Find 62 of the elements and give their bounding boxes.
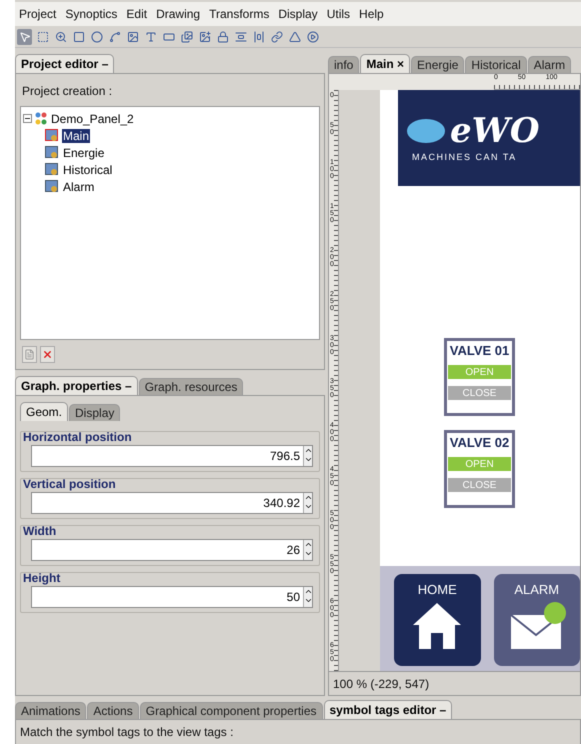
editor-tab[interactable]: info bbox=[328, 56, 360, 73]
zoom-status: 100 % (-229, 547) bbox=[333, 676, 430, 690]
menu-item[interactable]: Utils bbox=[326, 7, 350, 21]
page-image-icon bbox=[45, 180, 59, 193]
menu-item[interactable]: Display bbox=[278, 7, 318, 21]
menu-item[interactable]: Project bbox=[19, 7, 56, 21]
menu-item[interactable]: Help bbox=[359, 7, 384, 21]
panel-tab[interactable]: Graph. resources bbox=[138, 378, 244, 395]
project-editor-tab[interactable]: Project editor – bbox=[15, 54, 114, 73]
images-tool-icon[interactable] bbox=[179, 28, 194, 44]
page-image-icon bbox=[45, 146, 59, 159]
run-tool-icon[interactable] bbox=[305, 28, 320, 44]
sub-tab[interactable]: Display bbox=[69, 404, 120, 421]
home-nav-button[interactable]: HOME bbox=[394, 574, 480, 666]
bottom-tab[interactable]: symbol tags editor – bbox=[324, 700, 452, 719]
valve-title: VALVE 02 bbox=[450, 435, 510, 450]
logo-oval-icon bbox=[406, 118, 446, 144]
editor-tab[interactable]: Alarm bbox=[528, 56, 572, 73]
field-label: Height bbox=[23, 571, 62, 585]
spin-arrows-icon[interactable] bbox=[303, 446, 312, 466]
field-label: Horizontal position bbox=[23, 430, 133, 444]
house-icon bbox=[411, 601, 464, 651]
menu-item[interactable]: Transforms bbox=[209, 7, 270, 21]
x-icon bbox=[42, 349, 53, 360]
sub-tab[interactable]: Geom. bbox=[20, 402, 68, 421]
logo-tagline: MACHINES CAN TA bbox=[411, 152, 518, 162]
tree-item[interactable]: Energie bbox=[62, 146, 106, 160]
editor-tab[interactable]: Energie bbox=[411, 56, 464, 73]
panel-tab[interactable]: Graph. properties – bbox=[15, 376, 138, 395]
link-tool-icon[interactable] bbox=[269, 28, 284, 44]
panel-tree-icon bbox=[35, 112, 47, 125]
spin-arrows-icon[interactable] bbox=[303, 493, 312, 513]
page-image-icon bbox=[45, 129, 59, 142]
delete-button[interactable] bbox=[40, 346, 55, 363]
bottom-tab[interactable]: Graphical component properties bbox=[140, 702, 322, 719]
bottom-tab[interactable]: Actions bbox=[87, 702, 139, 719]
field-label: Vertical position bbox=[23, 477, 117, 491]
page-image-icon bbox=[45, 163, 59, 176]
image-lock-tool-icon[interactable] bbox=[197, 28, 212, 44]
logo-word: eWO bbox=[450, 114, 540, 148]
tree-item[interactable]: Alarm bbox=[62, 180, 96, 194]
instruction-text: Match the symbol tags to the view tags : bbox=[20, 725, 234, 739]
tree-item[interactable]: Demo_Panel_2 bbox=[50, 112, 135, 126]
tree-item[interactable]: Historical bbox=[62, 162, 114, 176]
field-label: Width bbox=[23, 524, 58, 538]
page-icon bbox=[24, 349, 35, 360]
ellipse-tool-icon[interactable] bbox=[89, 28, 104, 44]
project-creation-label: Project creation : bbox=[21, 83, 114, 100]
editor-tab[interactable]: Historical bbox=[465, 56, 527, 73]
lock-tool-icon[interactable] bbox=[215, 28, 230, 44]
menu-item[interactable]: Drawing bbox=[156, 7, 200, 21]
tree-item[interactable]: Main bbox=[62, 128, 90, 142]
spin-arrows-icon[interactable] bbox=[303, 587, 312, 607]
collapse-toggle-icon[interactable] bbox=[23, 114, 32, 123]
bottom-tab[interactable]: Animations bbox=[15, 702, 86, 719]
spin-arrows-icon[interactable] bbox=[303, 540, 312, 560]
editor-tab[interactable]: Main × bbox=[360, 54, 410, 73]
menu-item[interactable]: Synoptics bbox=[65, 7, 118, 21]
pointer-tool-icon[interactable] bbox=[17, 28, 32, 44]
valve-title: VALVE 01 bbox=[450, 343, 510, 358]
alarm-nav-button[interactable]: ALARM bbox=[494, 574, 580, 666]
menu-item[interactable]: Edit bbox=[126, 7, 148, 21]
